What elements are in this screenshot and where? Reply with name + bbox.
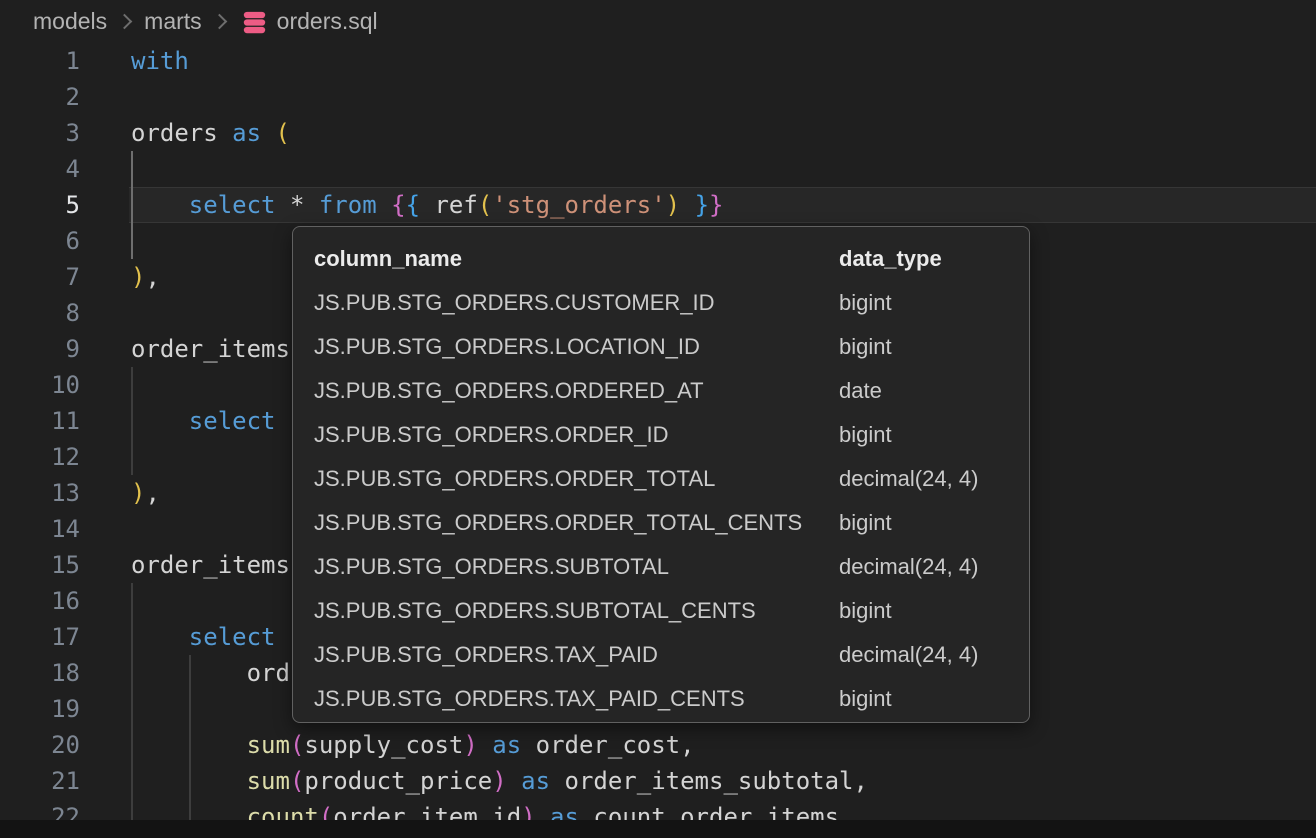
column-name-cell: JS.PUB.STG_ORDERS.ORDER_TOTAL xyxy=(314,466,839,492)
breadcrumb: models marts orders.sql xyxy=(0,0,1316,43)
column-name-cell: JS.PUB.STG_ORDERS.TAX_PAID_CENTS xyxy=(314,686,839,712)
line-number: 12 xyxy=(0,439,80,475)
code-line-text: select xyxy=(131,403,276,439)
line-number: 1 xyxy=(0,43,80,79)
column-info-popup: column_name data_type JS.PUB.STG_ORDERS.… xyxy=(292,226,1030,723)
breadcrumb-item-models[interactable]: models xyxy=(33,8,107,35)
column-name-cell: JS.PUB.STG_ORDERS.ORDERED_AT xyxy=(314,378,839,404)
code-line[interactable]: 21 sum(product_price) as order_items_sub… xyxy=(0,763,1316,799)
line-number: 20 xyxy=(0,727,80,763)
code-line-text: ), xyxy=(131,259,160,295)
popup-row: JS.PUB.STG_ORDERS.ORDER_IDbigint xyxy=(293,413,1029,457)
column-name-cell: JS.PUB.STG_ORDERS.CUSTOMER_ID xyxy=(314,290,839,316)
line-number: 16 xyxy=(0,583,80,619)
column-name-cell: JS.PUB.STG_ORDERS.ORDER_TOTAL_CENTS xyxy=(314,510,839,536)
line-number: 11 xyxy=(0,403,80,439)
data-type-cell: bigint xyxy=(839,510,892,536)
breadcrumb-item-marts[interactable]: marts xyxy=(144,8,202,35)
code-line-text: ord xyxy=(131,655,290,691)
line-number: 6 xyxy=(0,223,80,259)
popup-row: JS.PUB.STG_ORDERS.SUBTOTALdecimal(24, 4) xyxy=(293,545,1029,589)
popup-header-data-type: data_type xyxy=(839,246,942,272)
code-line-text: ), xyxy=(131,475,160,511)
code-line-text: select xyxy=(131,619,276,655)
line-number: 7 xyxy=(0,259,80,295)
popup-row: JS.PUB.STG_ORDERS.TAX_PAIDdecimal(24, 4) xyxy=(293,633,1029,677)
column-name-cell: JS.PUB.STG_ORDERS.TAX_PAID xyxy=(314,642,839,668)
code-line[interactable]: 4 xyxy=(0,151,1316,187)
data-type-cell: bigint xyxy=(839,290,892,316)
chevron-right-icon xyxy=(211,14,227,30)
editor-window: models marts orders.sql 1 with 23 orders as… xyxy=(0,0,1316,838)
column-name-cell: JS.PUB.STG_ORDERS.SUBTOTAL_CENTS xyxy=(314,598,839,624)
code-line-text: order_items xyxy=(131,331,290,367)
data-type-cell: bigint xyxy=(839,334,892,360)
line-number: 4 xyxy=(0,151,80,187)
data-type-cell: decimal(24, 4) xyxy=(839,466,978,492)
code-line-text: orders as ( xyxy=(131,115,290,151)
line-number: 18 xyxy=(0,655,80,691)
line-number: 2 xyxy=(0,79,80,115)
data-type-cell: date xyxy=(839,378,882,404)
column-name-cell: JS.PUB.STG_ORDERS.SUBTOTAL xyxy=(314,554,839,580)
code-line[interactable]: 1 with xyxy=(0,43,1316,79)
code-line-text: order_items xyxy=(131,547,290,583)
line-number: 10 xyxy=(0,367,80,403)
line-number: 13 xyxy=(0,475,80,511)
line-number: 5 xyxy=(0,187,80,223)
code-line[interactable]: 3 orders as ( xyxy=(0,115,1316,151)
popup-row: JS.PUB.STG_ORDERS.TAX_PAID_CENTSbigint xyxy=(293,677,1029,721)
popup-row: JS.PUB.STG_ORDERS.CUSTOMER_IDbigint xyxy=(293,281,1029,325)
column-name-cell: JS.PUB.STG_ORDERS.ORDER_ID xyxy=(314,422,839,448)
code-line-text: with xyxy=(131,43,189,79)
line-number: 19 xyxy=(0,691,80,727)
line-number: 8 xyxy=(0,295,80,331)
code-line[interactable]: 2 xyxy=(0,79,1316,115)
data-type-cell: decimal(24, 4) xyxy=(839,642,978,668)
data-type-cell: bigint xyxy=(839,598,892,624)
popup-header-column-name: column_name xyxy=(314,246,839,272)
data-type-cell: bigint xyxy=(839,686,892,712)
data-type-cell: decimal(24, 4) xyxy=(839,554,978,580)
line-number: 9 xyxy=(0,331,80,367)
popup-row: JS.PUB.STG_ORDERS.ORDER_TOTALdecimal(24,… xyxy=(293,457,1029,501)
database-icon xyxy=(241,9,268,36)
bottom-edge xyxy=(0,820,1316,838)
line-number: 14 xyxy=(0,511,80,547)
popup-row: JS.PUB.STG_ORDERS.LOCATION_IDbigint xyxy=(293,325,1029,369)
popup-row: JS.PUB.STG_ORDERS.ORDER_TOTAL_CENTSbigin… xyxy=(293,501,1029,545)
code-line[interactable]: 20 sum(supply_cost) as order_cost, xyxy=(0,727,1316,763)
column-name-cell: JS.PUB.STG_ORDERS.LOCATION_ID xyxy=(314,334,839,360)
line-number: 17 xyxy=(0,619,80,655)
chevron-right-icon xyxy=(117,14,133,30)
code-line-text: sum(product_price) as order_items_subtot… xyxy=(131,763,868,799)
line-number: 21 xyxy=(0,763,80,799)
code-line-text: select * from {{ ref('stg_orders') }} xyxy=(131,187,723,223)
data-type-cell: bigint xyxy=(839,422,892,448)
popup-header-row: column_name data_type xyxy=(293,237,1029,281)
code-line-text: sum(supply_cost) as order_cost, xyxy=(131,727,695,763)
popup-row: JS.PUB.STG_ORDERS.SUBTOTAL_CENTSbigint xyxy=(293,589,1029,633)
breadcrumb-file-name[interactable]: orders.sql xyxy=(277,8,378,35)
code-line[interactable]: 5 select * from {{ ref('stg_orders') }} xyxy=(0,187,1316,223)
line-number: 15 xyxy=(0,547,80,583)
line-number: 3 xyxy=(0,115,80,151)
popup-row: JS.PUB.STG_ORDERS.ORDERED_ATdate xyxy=(293,369,1029,413)
